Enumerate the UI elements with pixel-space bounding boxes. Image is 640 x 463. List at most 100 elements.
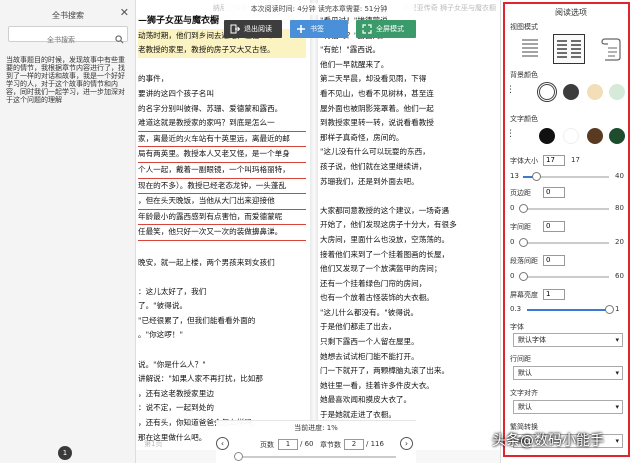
text-line: 了。"彼得说。 (138, 301, 188, 311)
line-height-label: 行间距 (510, 355, 531, 363)
prev-page-button[interactable]: ‹ (216, 437, 229, 450)
text-line: 他们一早就醒来了。 (320, 59, 389, 69)
slider-fill (527, 309, 609, 311)
font-family-value: 默认字体 (518, 336, 546, 344)
chapter-number-input[interactable]: 2 (344, 439, 364, 450)
slider-knob[interactable] (519, 204, 528, 213)
text-line: 个人一起，戴着一副眼镜，一个叫玛格丽特， (138, 163, 306, 179)
brightness-slider[interactable] (527, 305, 614, 314)
bg-swatch-sepia[interactable] (587, 84, 603, 100)
search-page-badge[interactable]: 1 (58, 446, 72, 460)
exit-reading-label: 退出阅读 (244, 25, 272, 33)
reading-options-panel: 阅读选项 视图模式 背景颜色 ⋮ 文字颜色 ⋮ 字体大小 17 17 13 40… (500, 0, 640, 463)
scroll-icon[interactable] (599, 36, 623, 62)
fullscreen-label: 全屏模式 (376, 25, 404, 33)
search-icon[interactable] (115, 29, 124, 48)
brightness-label: 屏幕亮度 (510, 291, 538, 299)
font-size-input[interactable]: 17 (543, 155, 565, 166)
search-box[interactable] (8, 26, 128, 47)
margin-input[interactable]: 0 (543, 187, 565, 198)
para-spacing-slider[interactable] (519, 272, 609, 281)
text-line: ：这儿太好了，我们 (138, 286, 207, 296)
text-line: 局有两英里。教授本人又老又怪，是一个单身 (138, 147, 306, 163)
options-title: 阅读选项 (555, 8, 587, 17)
page-count-label: 页数 (260, 441, 274, 449)
para-spacing-max: 60 (615, 272, 624, 280)
single-page-icon[interactable] (519, 36, 541, 62)
chevron-down-icon: ▾ (615, 336, 619, 344)
bookmark-button[interactable]: 书签 (290, 20, 348, 38)
text-line (138, 58, 306, 73)
slider-knob[interactable] (519, 272, 528, 281)
text-line: 第二天早晨，却没看见雨，下得 (320, 74, 427, 84)
double-page-icon[interactable] (553, 34, 585, 64)
progress-slider-knob[interactable] (234, 452, 243, 461)
page-number-input[interactable]: 1 (278, 439, 298, 450)
text-line: 讲解说："如果人家不再打扰，比如那 (138, 374, 263, 384)
font-size-min: 13 (510, 172, 519, 180)
page-nav-row: ‹ 页数 1 / 60 章节数 2 / 116 › (216, 437, 416, 453)
text-line: 也有一个放着古怪装饰的大衣橱。 (320, 293, 434, 303)
text-line: 还有一个挂着绿色门帘的房间， (320, 278, 427, 288)
exit-reading-button[interactable]: 退出阅读 (224, 20, 282, 38)
word-spacing-slider[interactable] (519, 238, 609, 247)
font-family-select[interactable]: 默认字体 ▾ (513, 333, 623, 347)
text-line: 他们又发现了一个放满盔甲的房间； (320, 264, 442, 274)
text-line: 看不见山，也看不见树林，甚至连 (320, 88, 434, 98)
margin-max: 80 (615, 204, 624, 212)
search-input[interactable] (9, 33, 109, 47)
brightness-input[interactable]: 1 (543, 289, 565, 300)
view-mode-label: 视图模式 (510, 23, 538, 31)
text-line (138, 241, 306, 256)
brightness-min: 0.3 (510, 305, 522, 313)
word-spacing-input[interactable]: 0 (543, 221, 565, 232)
view-mode-options (515, 34, 633, 66)
search-panel: 全书搜索 ✕ 当故事题目的时候，发现故事中有些重要的情节，我根据章节内容进行了，… (0, 0, 136, 463)
text-line: 大家都同意教授的这个建议，一场奇遇 (320, 205, 450, 215)
progress-label: 当前进度: 1% (294, 424, 338, 432)
text-align-select[interactable]: 默认 ▾ (513, 400, 623, 414)
slider-knob[interactable] (519, 238, 528, 247)
background-color-label: 背景颜色 (510, 71, 538, 79)
text-swatch-black[interactable] (539, 128, 555, 144)
text-align-label: 文字对齐 (510, 389, 538, 397)
text-line: 现在的不多）。教授已经老态龙钟，一头蓬乱 (138, 179, 306, 195)
margin-slider[interactable] (519, 204, 609, 213)
text-swatch-white[interactable] (563, 128, 579, 144)
text-line: 门一下就开了，两颗樟脑丸滚了出来。 (320, 366, 450, 376)
text-line: 苏珊我们，还是到外面去吧。 (320, 176, 419, 186)
text-line: 任最笑，他只好一次又一次的装做擤鼻涕。 (138, 225, 306, 241)
chevron-down-icon: ▾ (615, 437, 619, 445)
text-line: 晚安，就一起上楼，两个男孩来到女孩们 (138, 257, 275, 267)
line-height-value: 默认 (518, 369, 532, 377)
text-line: 要讲的这四个孩子名叫 (138, 88, 214, 98)
text-line (138, 270, 306, 285)
close-icon[interactable]: ✕ (120, 6, 129, 19)
slider-knob[interactable] (605, 305, 614, 314)
next-page-button[interactable]: › (400, 437, 413, 450)
bg-swatch-white[interactable] (517, 84, 533, 100)
more-bg-colors-icon[interactable]: ⋮ (506, 86, 515, 95)
text-line: 只剩下露西一个人留在屋里。 (320, 337, 419, 347)
text-line: 到教授家里转一转，说说看看教授 (320, 118, 434, 128)
font-size-value: 17 (571, 156, 580, 164)
bg-swatch-dark[interactable] (563, 84, 579, 100)
brightness-max: 1 (615, 305, 620, 313)
text-swatch-green[interactable] (609, 128, 625, 144)
line-height-select[interactable]: 默认 ▾ (513, 366, 623, 380)
bg-swatch-green[interactable] (609, 84, 625, 100)
slider-knob[interactable] (532, 172, 541, 181)
text-line: ：说不定，一起到处的 (138, 403, 214, 413)
bg-swatch-white-selected[interactable] (539, 84, 555, 100)
text-line: 老教授的家里，教授的房子又大又古怪。 (138, 43, 306, 58)
text-line: 年龄最小的露西感到有点害怕，而爱德蒙呢 (138, 210, 306, 226)
more-text-colors-icon[interactable]: ⋮ (506, 130, 515, 139)
fullscreen-button[interactable]: 全屏模式 (356, 20, 416, 38)
para-spacing-min: 0 (510, 272, 515, 280)
text-swatch-brown[interactable] (587, 128, 603, 144)
font-size-slider[interactable] (523, 172, 609, 181)
text-line: 。"你这啰！" (138, 330, 183, 340)
para-spacing-input[interactable]: 0 (543, 255, 565, 266)
progress-slider[interactable] (234, 452, 396, 461)
text-line: 孩子说，他们就在这里继续讲， (320, 161, 427, 171)
